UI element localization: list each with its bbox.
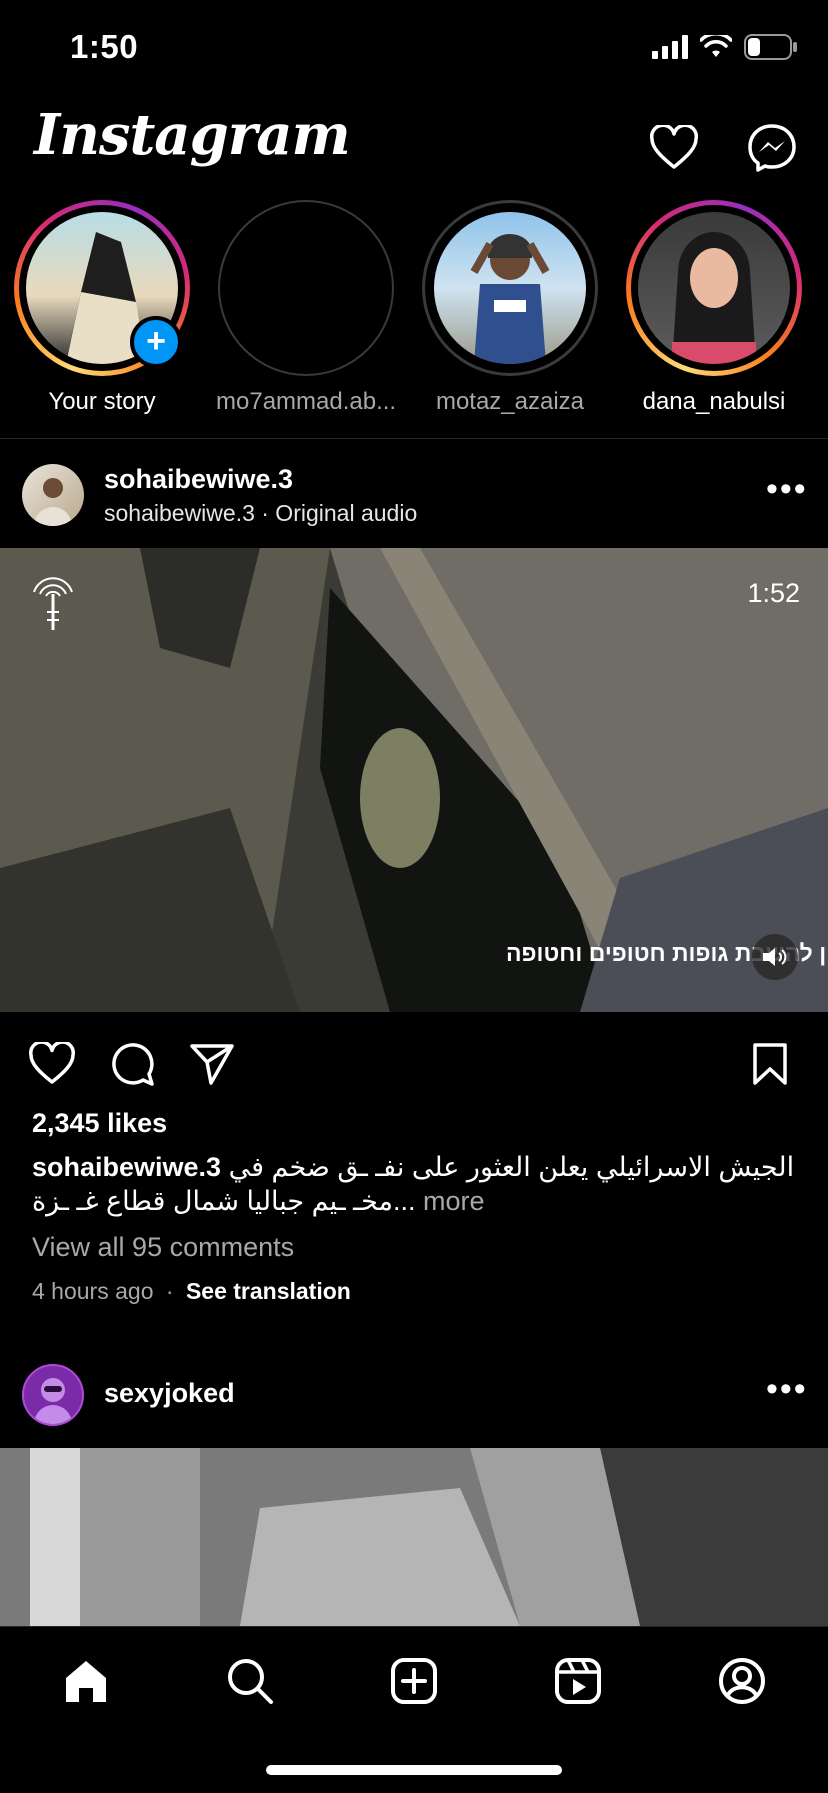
instagram-logo[interactable]: Instagram <box>34 102 351 168</box>
video-duration: 1:52 <box>747 578 800 608</box>
comment-button[interactable] <box>104 1036 160 1092</box>
story-label: mo7ammad.ab... <box>216 388 396 415</box>
comment-icon <box>112 1043 154 1086</box>
story-label: Your story <box>48 388 156 415</box>
caption-text: الجيش الاسرائيلي يعلن العثور على نفـ ـق … <box>228 1152 795 1182</box>
post-options-icon[interactable]: ••• <box>766 470 808 509</box>
view-comments-link[interactable]: View all 95 comments <box>32 1232 294 1263</box>
story-ring: + <box>14 200 190 376</box>
caption-ellipsis: ... <box>392 1186 416 1216</box>
caption-more-link[interactable]: more <box>423 1186 485 1216</box>
save-button[interactable] <box>742 1036 798 1092</box>
messenger-icon[interactable] <box>744 120 800 176</box>
story-your-story[interactable]: + Your story <box>12 200 192 416</box>
post-meta: 4 hours ago · See translation <box>32 1278 351 1305</box>
like-button[interactable] <box>24 1036 80 1092</box>
post-options-icon[interactable]: ••• <box>766 1370 808 1409</box>
caption-username[interactable]: sohaibewiwe.3 <box>32 1152 221 1182</box>
story-avatar <box>638 212 790 364</box>
stories-divider <box>0 438 828 439</box>
post-avatar[interactable] <box>22 464 84 526</box>
caption-line-1: sohaibewiwe.3 الجيش الاسرائيلي يعلن العث… <box>32 1152 802 1183</box>
post-username[interactable]: sexyjoked <box>104 1378 235 1409</box>
share-button[interactable] <box>184 1036 240 1092</box>
story-ring <box>218 200 394 376</box>
likes-count[interactable]: 2,345 likes <box>32 1108 167 1139</box>
story-avatar <box>434 212 586 364</box>
post-video[interactable]: 1:52 ן להשבת גופות חטופים וחטופה <box>0 548 828 1012</box>
bookmark-icon <box>753 1043 787 1085</box>
see-translation-link[interactable]: See translation <box>186 1278 351 1304</box>
nav-home-icon[interactable] <box>56 1651 116 1711</box>
post-username[interactable]: sohaibewiwe.3 <box>104 464 293 495</box>
signal-icon <box>652 35 688 59</box>
nav-profile-icon[interactable] <box>712 1651 772 1711</box>
notifications-heart-icon[interactable] <box>646 120 702 176</box>
battery-icon <box>744 34 797 60</box>
status-time: 1:50 <box>70 28 139 65</box>
status-icons <box>652 34 798 60</box>
send-icon <box>190 1044 234 1085</box>
story-label: dana_nabulsi <box>642 388 786 415</box>
story-ring <box>626 200 802 376</box>
story-mo7ammad[interactable]: mo7ammad.ab... <box>216 200 396 416</box>
caption-line-2: مخـ ـيم جباليا شمال قطاع غـ ـزة... more <box>32 1186 802 1217</box>
add-story-button[interactable]: + <box>130 316 182 368</box>
post-time: 4 hours ago <box>32 1278 154 1304</box>
home-indicator <box>266 1765 562 1775</box>
caption-text-2: مخـ ـيم جباليا شمال قطاع غـ ـزة <box>32 1186 393 1216</box>
story-ring <box>422 200 598 376</box>
heart-icon <box>29 1042 75 1084</box>
story-dana-nabulsi[interactable]: dana_nabulsi <box>624 200 804 416</box>
nav-reels-icon[interactable] <box>548 1651 608 1711</box>
meta-separator: · <box>165 1278 174 1304</box>
nav-search-icon[interactable] <box>220 1651 280 1711</box>
post-audio-line[interactable]: sohaibewiwe.3 · Original audio <box>104 500 417 527</box>
wifi-icon <box>700 35 732 57</box>
bottom-navigation <box>0 1626 828 1793</box>
story-label: motaz_azaiza <box>435 388 585 415</box>
post-avatar[interactable] <box>22 1364 84 1426</box>
post-media[interactable] <box>0 1448 828 1626</box>
story-motaz-azaiza[interactable]: motaz_azaiza <box>420 200 600 416</box>
nav-create-icon[interactable] <box>384 1651 444 1711</box>
sound-toggle-icon[interactable] <box>752 934 798 980</box>
idf-logo-icon <box>26 572 80 637</box>
